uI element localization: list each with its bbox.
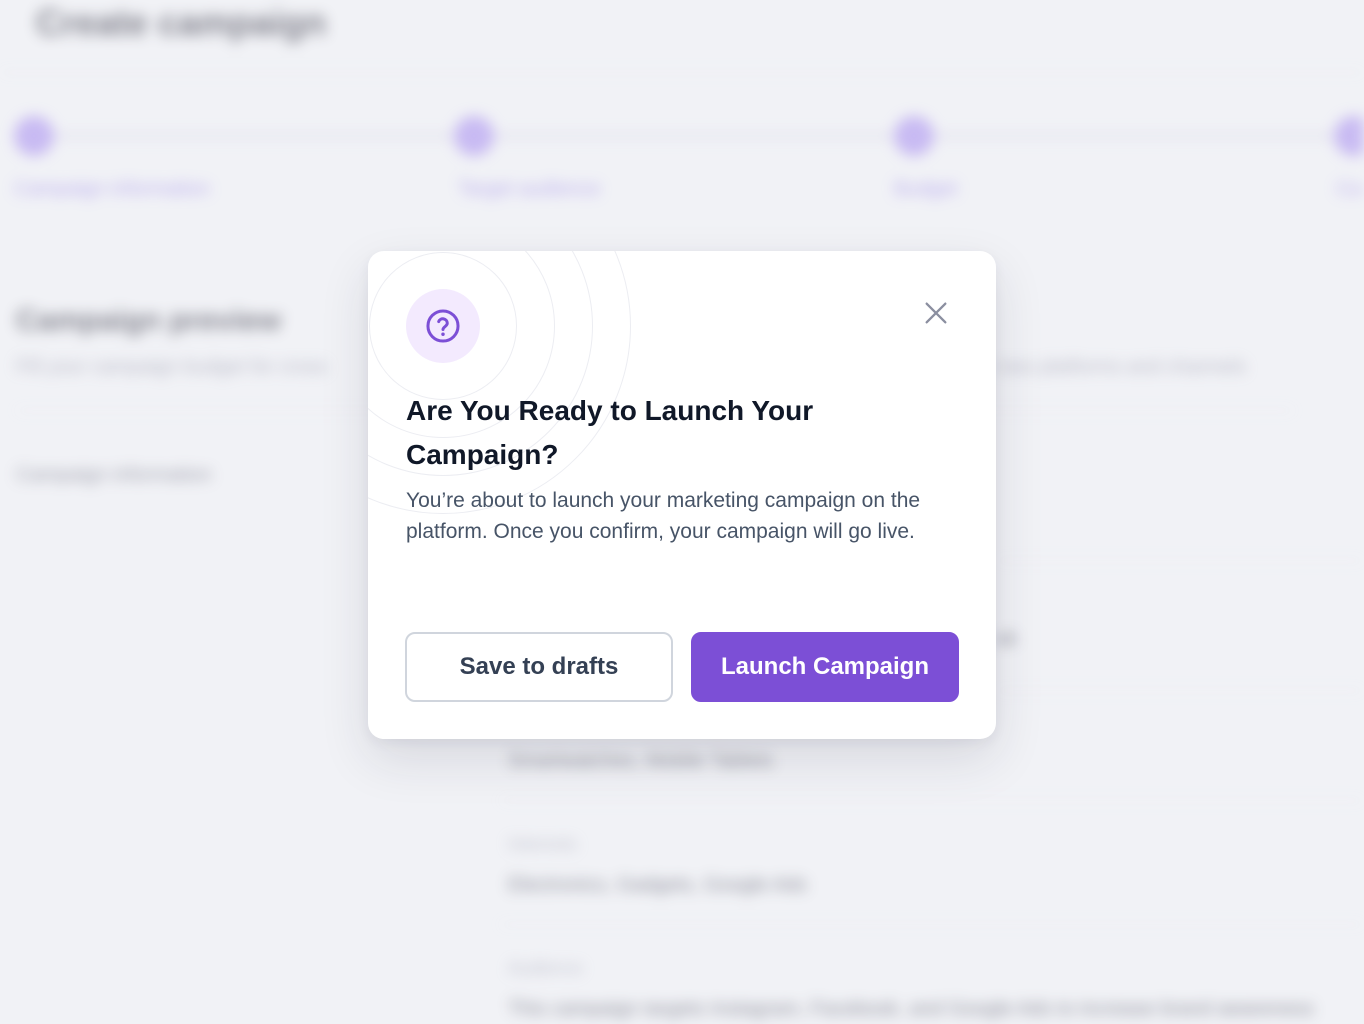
field-divider [996,690,1364,691]
launch-campaign-button[interactable]: Launch Campaign [691,632,959,702]
stepper-track [34,134,1354,138]
step-3-indicator [894,116,934,156]
close-icon [925,302,947,324]
save-to-drafts-button[interactable]: Save to drafts [405,632,673,702]
step-4-label: Ca [1336,178,1362,200]
section-title: Campaign preview [16,304,282,337]
field-label: Interests [508,834,578,854]
field-value: Electronics, Gadgets, Google Ads [508,874,808,896]
sidenav-item-campaign-information: Campaign information [16,464,212,486]
field-divider [500,924,1364,925]
step-2-label: Target audience [458,178,601,200]
page-title: Create campaign [36,2,327,43]
field-divider [500,800,1364,801]
field-value: This campaign targets Instagram, Faceboo… [508,998,1315,1020]
icon-badge [406,289,480,363]
step-4-indicator [1334,116,1364,156]
field-value: Smartwatches, Mobile Tablets [508,750,774,772]
step-3-label: Budget [894,178,958,200]
launch-campaign-dialog: Are You Ready to Launch Your Campaign? Y… [368,251,996,739]
dialog-title: Are You Ready to Launch Your Campaign? [406,395,814,470]
header-divider [0,72,1364,73]
field-label: Audience [508,958,584,978]
field-value-right: ak [996,628,1018,650]
help-circle-icon [426,309,460,343]
step-1-indicator [14,116,54,156]
step-2-indicator [454,116,494,156]
section-subtitle-right: ross platforms and channels [996,356,1247,378]
dialog-description: You’re about to launch your marketing ca… [406,489,921,543]
step-1-label: Campaign information [14,178,210,200]
close-button[interactable] [914,291,958,335]
section-subtitle: Fill your campaign budget for cross [16,356,328,378]
field-divider [996,560,1364,561]
